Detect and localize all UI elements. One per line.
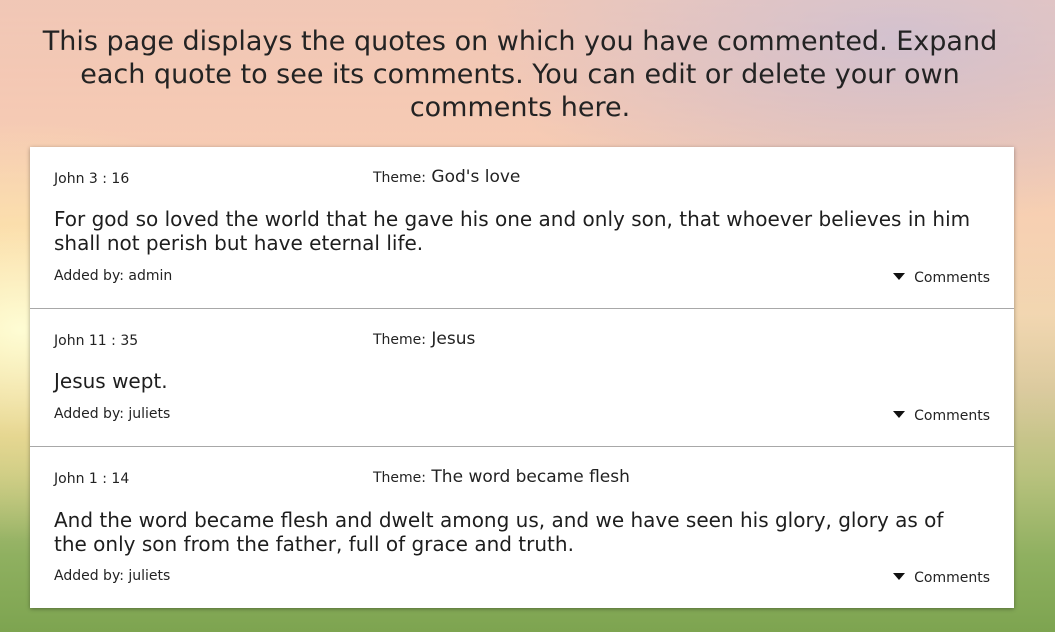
added-by: Added by: juliets: [54, 406, 170, 422]
added-by-user: admin: [128, 268, 173, 284]
theme-label: Theme:: [373, 170, 427, 186]
theme-value: God's love: [431, 167, 521, 187]
comments-toggle[interactable]: Comments: [893, 570, 990, 586]
added-by: Added by: admin: [54, 268, 172, 284]
added-by-label: Added by:: [54, 406, 124, 422]
caret-down-icon: [893, 410, 906, 418]
comments-label: Comments: [914, 570, 990, 586]
added-by-user: juliets: [128, 568, 171, 584]
quote-reference: John 1 : 14: [54, 471, 130, 487]
quote-text: For god so loved the world that he gave …: [54, 207, 971, 255]
page-intro: This page displays the quotes on which y…: [42, 26, 998, 123]
caret-down-icon: [893, 572, 906, 580]
theme-value: Jesus: [431, 329, 476, 349]
comments-toggle[interactable]: Comments: [893, 270, 990, 286]
quote-reference: John 11 : 35: [54, 333, 139, 349]
theme-label: Theme:: [373, 470, 427, 486]
comments-label: Comments: [914, 408, 990, 424]
theme-label: Theme:: [373, 332, 427, 348]
theme-value: The word became flesh: [431, 467, 630, 487]
quote-text: Jesus wept.: [54, 369, 168, 393]
quote-text: And the word became flesh and dwelt amon…: [54, 508, 944, 556]
comments-label: Comments: [914, 270, 990, 286]
quote-list: John 3 : 16 Theme: God's love For god so…: [30, 147, 1014, 608]
caret-down-icon: [893, 272, 906, 280]
quote-reference: John 3 : 16: [54, 171, 130, 187]
added-by-label: Added by:: [54, 568, 124, 584]
quote-card: John 11 : 35 Theme: Jesus Jesus wept. Ad…: [30, 309, 1014, 447]
added-by-user: juliets: [128, 406, 171, 422]
comments-toggle[interactable]: Comments: [893, 408, 990, 424]
added-by-label: Added by:: [54, 268, 124, 284]
quote-card: John 3 : 16 Theme: God's love For god so…: [30, 147, 1014, 309]
quote-theme: Theme: Jesus: [373, 329, 475, 349]
added-by: Added by: juliets: [54, 568, 170, 584]
quote-theme: Theme: God's love: [373, 167, 520, 187]
quote-card: John 1 : 14 Theme: The word became flesh…: [30, 447, 1014, 608]
quote-theme: Theme: The word became flesh: [373, 467, 630, 487]
